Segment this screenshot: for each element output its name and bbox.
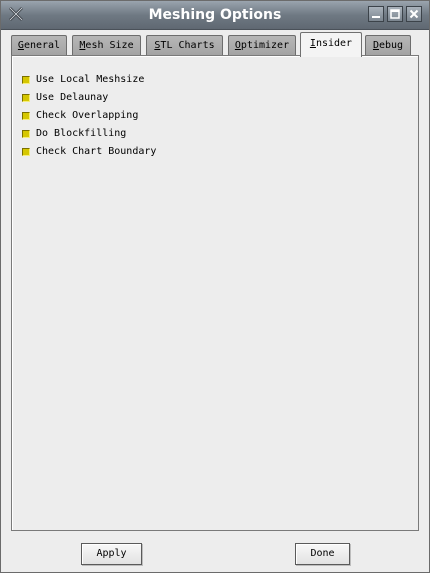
- meshing-options-window: Meshing Options General Mesh Size STL Ch…: [0, 0, 430, 573]
- tab-debug[interactable]: Debug: [365, 35, 411, 56]
- option-label: Do Blockfilling: [36, 128, 127, 139]
- apply-button[interactable]: Apply: [81, 543, 142, 565]
- checkbox-checked-icon[interactable]: [22, 76, 30, 84]
- minimize-icon: [372, 16, 380, 18]
- option-label: Use Local Meshsize: [36, 74, 145, 85]
- checkbox-checked-icon[interactable]: [22, 94, 30, 102]
- maximize-button[interactable]: [387, 6, 403, 22]
- insider-panel: Use Local Meshsize Use Delaunay Check Ov…: [11, 55, 419, 531]
- tab-optimizer[interactable]: Optimizer: [228, 35, 296, 56]
- checkbox-checked-icon[interactable]: [22, 130, 30, 138]
- close-icon: [409, 9, 419, 19]
- tab-general-label: eneral: [23, 40, 61, 51]
- done-button[interactable]: Done: [295, 543, 350, 565]
- minimize-button[interactable]: [368, 6, 384, 22]
- option-label: Check Chart Boundary: [36, 146, 157, 157]
- tab-stl-charts-label: TL Charts: [160, 40, 215, 51]
- close-button[interactable]: [406, 6, 422, 22]
- tab-mesh-size-label: esh Size: [85, 40, 134, 51]
- tab-debug-label: ebug: [378, 40, 404, 51]
- tab-insider-label: nsider: [315, 38, 353, 49]
- window-title: Meshing Options: [148, 7, 282, 23]
- maximize-icon: [390, 9, 400, 19]
- option-label: Check Overlapping: [36, 110, 139, 121]
- option-label: Use Delaunay: [36, 92, 109, 103]
- tab-insider[interactable]: Insider: [300, 32, 362, 57]
- tab-general[interactable]: General: [11, 35, 67, 56]
- checkbox-checked-icon[interactable]: [22, 112, 30, 120]
- tab-mesh-size[interactable]: Mesh Size: [72, 35, 141, 56]
- tab-stl-charts[interactable]: STL Charts: [146, 35, 223, 56]
- tab-optimizer-label: ptimizer: [240, 40, 290, 51]
- checkbox-checked-icon[interactable]: [22, 148, 30, 156]
- title-bar[interactable]: Meshing Options: [1, 1, 429, 30]
